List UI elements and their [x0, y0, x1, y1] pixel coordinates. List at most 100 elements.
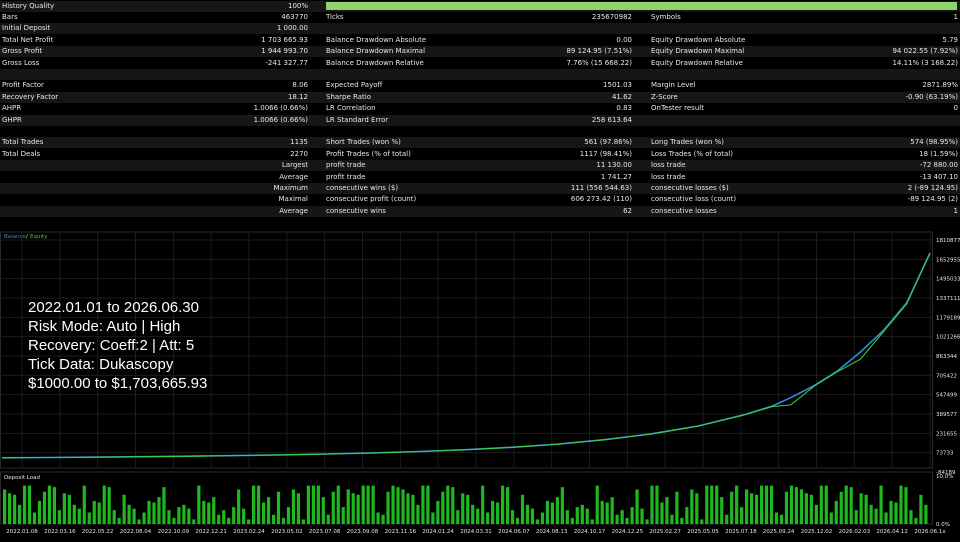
stat-value: 1 000.00	[276, 24, 308, 33]
deposit-load-bar	[466, 494, 470, 524]
deposit-load-bar	[341, 507, 345, 524]
stat-value: 258 613.64	[591, 115, 632, 124]
stat-value: 100%	[287, 1, 308, 10]
deposit-load-bar	[107, 487, 111, 524]
x-tick-label: 2023.11.16	[385, 529, 417, 535]
stat-label: Maximum	[273, 183, 309, 192]
deposit-load-bar	[22, 485, 27, 524]
deposit-load-bar	[237, 489, 241, 524]
y-tick-label: 705422	[936, 373, 957, 379]
y-tick-label: 1810877	[936, 238, 960, 244]
deposit-load-bar	[366, 485, 370, 524]
x-tick-label: 2024.01.24	[422, 529, 454, 535]
deposit-load-bar	[859, 493, 863, 524]
deposit-load-bar	[580, 504, 584, 524]
deposit-load-bar	[754, 494, 759, 524]
deposit-load-bar	[745, 489, 749, 524]
deposit-load-bar	[42, 491, 47, 524]
stat-value: 18 (1.59%)	[919, 149, 958, 158]
x-tick-label: 2026.04.12	[876, 529, 908, 535]
deposit-load-bar	[406, 493, 410, 524]
deposit-load-bar	[261, 502, 266, 524]
deposit-load-bar	[700, 519, 704, 524]
deposit-load-bar	[192, 519, 196, 524]
deposit-load-bar	[824, 485, 828, 524]
deposit-load-bar	[570, 517, 574, 524]
load-y-tick: 0.0%	[936, 522, 950, 528]
stat-label: consecutive losses ($)	[651, 183, 729, 192]
deposit-load-bar	[695, 493, 699, 524]
x-tick-label: 2025.09.24	[763, 529, 795, 535]
deposit-load-bar	[376, 512, 380, 524]
deposit-load-bar	[605, 502, 609, 524]
stat-label: Margin Level	[651, 81, 696, 90]
deposit-load-bar	[356, 494, 360, 524]
deposit-load-bar	[814, 504, 818, 524]
stat-label: consecutive losses	[651, 206, 717, 215]
x-tick-label: 2023.02.24	[233, 529, 265, 535]
legend-balance: Balance	[4, 234, 27, 240]
deposit-load-bar	[655, 485, 659, 524]
deposit-load-bar	[899, 485, 903, 524]
stat-value: 1135	[290, 138, 308, 147]
x-tick-label: 2025.07.18	[725, 529, 757, 535]
deposit-load-bar	[645, 519, 649, 524]
deposit-load-bar	[162, 487, 166, 524]
deposit-load-bar	[625, 517, 629, 524]
deposit-load-bar	[789, 485, 794, 524]
x-tick-label: 2022.05.22	[82, 529, 114, 535]
deposit-load-bar	[735, 485, 739, 524]
deposit-load-bar	[560, 487, 564, 524]
deposit-load-bar	[142, 512, 146, 524]
deposit-load-bar	[759, 485, 764, 524]
deposit-load-bar	[276, 491, 281, 524]
stat-label: Profit Factor	[2, 81, 44, 90]
overlay-balance-change: $1000.00 to $1,703,665.93	[28, 375, 208, 392]
deposit-load-bar	[316, 485, 320, 524]
deposit-load-bar	[670, 514, 674, 524]
deposit-load-bar	[585, 508, 589, 524]
deposit-load-bar	[640, 508, 644, 524]
stat-label: Total Net Profit	[2, 35, 54, 44]
deposit-load-bar	[152, 502, 156, 524]
deposit-load-bar	[889, 500, 893, 524]
deposit-load-bar	[187, 508, 191, 524]
deposit-load-bar	[351, 493, 355, 524]
stat-label: Largest	[281, 161, 308, 170]
stat-label: AHPR	[2, 104, 22, 113]
stat-label: History Quality	[2, 1, 55, 10]
deposit-load-bar	[839, 491, 843, 524]
deposit-load-bar	[894, 502, 898, 524]
x-tick-label: 2025.05.05	[687, 529, 719, 535]
y-tick-label: 863344	[936, 354, 957, 360]
overlay-date-range: 2022.01.01 to 2026.06.30	[28, 299, 199, 316]
deposit-load-bar	[416, 504, 420, 524]
stat-value: 574 (98.95%)	[910, 138, 958, 147]
stat-value: 1	[953, 12, 958, 21]
deposit-load-bar	[525, 504, 530, 524]
x-tick-label: 2026.06.1x	[914, 529, 946, 535]
y-tick-label: 547499	[936, 393, 957, 399]
deposit-load-bar	[157, 497, 161, 524]
y-tick-label: 73733	[936, 451, 954, 457]
deposit-load-bar	[396, 487, 400, 524]
deposit-load-bar	[202, 500, 206, 524]
stat-label: OnTester result	[651, 104, 704, 113]
deposit-load-bar	[769, 485, 774, 524]
stat-label: Maximal	[278, 195, 308, 204]
deposit-load-bar	[331, 491, 335, 524]
stat-label: Equity Drawdown Relative	[651, 58, 743, 67]
deposit-load-bar	[550, 502, 554, 524]
deposit-load-bar	[446, 485, 450, 524]
deposit-load-bar	[725, 514, 729, 524]
stat-label: Z-Score	[651, 92, 678, 101]
deposit-load-bar	[874, 508, 878, 524]
deposit-load-bar	[690, 489, 694, 524]
deposit-load-bar	[182, 504, 186, 524]
x-tick-label: 2022.01.08	[6, 529, 38, 535]
deposit-load-bar	[854, 510, 858, 524]
deposit-load-bar	[471, 504, 475, 524]
deposit-load-bar	[291, 489, 296, 524]
y-tick-label: 1652955	[936, 257, 960, 263]
stat-label: loss trade	[651, 172, 686, 181]
